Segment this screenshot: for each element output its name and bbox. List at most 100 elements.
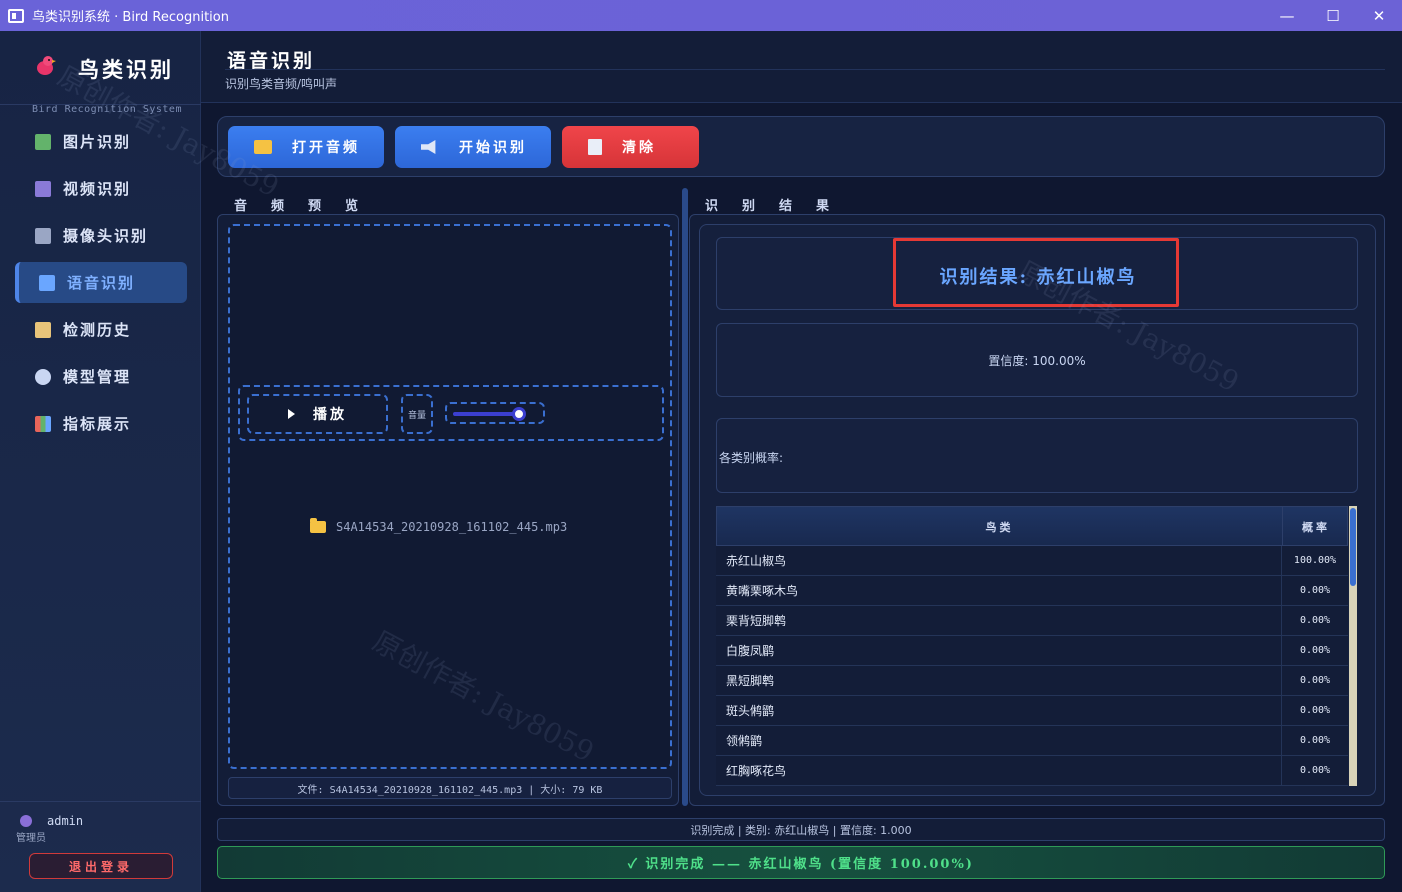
preview-section-label: 音频预览 <box>234 199 383 214</box>
table-scrollbar-thumb[interactable] <box>1350 508 1356 586</box>
success-banner: ✓ 识别完成 —— 赤红山椒鸟 (置信度 100.00%) <box>217 846 1385 879</box>
cell-probability: 100.00% <box>1293 555 1337 566</box>
sidebar-item-label: 模型管理 <box>63 368 132 386</box>
result-inner-frame: 识别结果: 赤红山椒鸟 置信度: 100.00% 各类别概率: 鸟类 概率 赤红… <box>699 224 1376 796</box>
folder-icon <box>254 140 272 154</box>
cell-bird-name: 栗背短脚鹎 <box>716 606 1282 635</box>
play-label: 播放 <box>313 407 347 423</box>
camera-icon <box>35 227 51 244</box>
trash-icon <box>588 139 602 155</box>
user-name: admin <box>47 814 84 828</box>
logout-button[interactable]: 退出登录 <box>29 853 173 879</box>
sidebar-item-label: 指标展示 <box>63 415 132 433</box>
sidebar-item-camera-recognition[interactable]: 摄像头识别 <box>15 215 187 256</box>
table-row[interactable]: 白腹凤鹛 0.00% <box>716 636 1348 666</box>
cell-bird-name: 赤红山椒鸟 <box>716 546 1282 575</box>
open-audio-button[interactable]: 打开音频 <box>228 126 384 168</box>
sidebar-item-label: 语音识别 <box>67 274 136 292</box>
logo: 鸟类识别 Bird Recognition System <box>30 51 181 115</box>
sidebar: 鸟类识别 Bird Recognition System 图片识别 视频识别 摄… <box>0 31 201 892</box>
gear-icon <box>35 368 51 385</box>
sidebar-item-label: 摄像头识别 <box>63 227 149 245</box>
table-body: 赤红山椒鸟 100.00% 黄嘴栗啄木鸟 0.00% 栗背短脚鹎 0.00% 白腹凤鹛… <box>716 546 1348 786</box>
volume-handle[interactable] <box>511 407 526 421</box>
sidebar-nav: 图片识别 视频识别 摄像头识别 语音识别 检测历史 模型管理 指标展示 <box>15 121 187 450</box>
table-row[interactable]: 赤红山椒鸟 100.00% <box>716 546 1348 576</box>
loaded-file-name: S4A14534_20210928_161102_445.mp3 <box>336 520 568 534</box>
bird-logo-icon <box>37 56 56 75</box>
confidence-text: 置信度: 100.00% <box>988 353 1086 368</box>
folder-icon <box>310 518 326 533</box>
minimize-button[interactable]: — <box>1264 0 1310 31</box>
cell-bird-name: 白腹凤鹛 <box>716 636 1282 665</box>
speaker-icon <box>421 140 436 154</box>
panel-splitter[interactable] <box>682 188 688 806</box>
cell-bird-name: 黄嘴栗啄木鸟 <box>716 576 1282 605</box>
cell-probability: 0.00% <box>1299 705 1331 716</box>
clear-label: 清除 <box>622 140 656 156</box>
result-panel: 识别结果 识别结果: 赤红山椒鸟 置信度: 100.00% 各类别概率: 鸟类 … <box>689 186 1385 806</box>
sidebar-item-detection-history[interactable]: 检测历史 <box>15 309 187 350</box>
cell-bird-name: 领鸺鹠 <box>716 726 1282 755</box>
window-title: 鸟类识别系统 · Bird Recognition <box>32 10 229 25</box>
probability-table: 鸟类 概率 赤红山椒鸟 100.00% 黄嘴栗啄木鸟 0.00% 栗背短脚鹎 0.00… <box>716 506 1358 786</box>
title-underline <box>225 69 1385 70</box>
sidebar-item-label: 视频识别 <box>63 180 132 198</box>
volume-track <box>453 412 519 416</box>
clipboard-icon <box>35 321 51 338</box>
sidebar-item-model-management[interactable]: 模型管理 <box>15 356 187 397</box>
sidebar-item-metrics[interactable]: 指标展示 <box>15 403 187 444</box>
play-button[interactable]: 播放 <box>247 394 388 434</box>
table-row[interactable]: 黄嘴栗啄木鸟 0.00% <box>716 576 1348 606</box>
file-info-bar: 文件: S4A14534_20210928_161102_445.mp3 | 大… <box>228 777 672 799</box>
start-recognition-button[interactable]: 开始识别 <box>395 126 551 168</box>
cell-probability: 0.00% <box>1299 645 1331 656</box>
column-header-probability[interactable]: 概率 <box>1283 507 1349 547</box>
cell-bird-name: 黑短脚鹎 <box>716 666 1282 695</box>
start-recognition-label: 开始识别 <box>459 140 527 156</box>
result-box: 识别结果: 赤红山椒鸟 <box>716 237 1358 310</box>
sidebar-item-audio-recognition[interactable]: 语音识别 <box>15 262 187 303</box>
cell-probability: 0.00% <box>1299 765 1331 776</box>
volume-label: 音量 <box>401 394 433 434</box>
table-scrollbar[interactable] <box>1349 506 1357 786</box>
audio-player: 播放 音量 <box>238 385 664 441</box>
audio-preview-area[interactable]: 播放 音量 S4A14534_20210928_161102_445.mp3 <box>228 224 672 769</box>
cell-bird-name: 斑头鸺鹠 <box>716 696 1282 725</box>
confidence-box: 置信度: 100.00% <box>716 323 1358 397</box>
result-highlight-box <box>893 238 1179 307</box>
user-divider <box>0 801 201 802</box>
result-section-label: 识别结果 <box>705 199 854 214</box>
column-header-bird[interactable]: 鸟类 <box>717 507 1283 547</box>
maximize-button[interactable]: ☐ <box>1310 0 1356 31</box>
table-row[interactable]: 领鸺鹠 0.00% <box>716 726 1348 756</box>
cell-probability: 0.00% <box>1299 735 1331 746</box>
page-subtitle: 识别鸟类音频/鸣叫声 <box>225 77 338 91</box>
table-row[interactable]: 黑短脚鹎 0.00% <box>716 666 1348 696</box>
clear-button[interactable]: 清除 <box>562 126 699 168</box>
app-window-icon <box>8 8 24 23</box>
sidebar-item-video-recognition[interactable]: 视频识别 <box>15 168 187 209</box>
logo-subtitle: Bird Recognition System <box>32 104 182 115</box>
bar-chart-icon <box>35 415 51 432</box>
open-audio-label: 打开音频 <box>292 140 360 156</box>
preview-frame: 播放 音量 S4A14534_20210928_161102_445.mp3 文… <box>217 214 679 806</box>
volume-slider[interactable] <box>445 402 545 424</box>
logo-title: 鸟类识别 <box>78 57 174 82</box>
sidebar-item-label: 检测历史 <box>63 321 132 339</box>
image-icon <box>35 133 51 150</box>
close-button[interactable]: ✕ <box>1356 0 1402 31</box>
cell-probability: 0.00% <box>1299 675 1331 686</box>
status-bar: 识别完成 | 类别: 赤红山椒鸟 | 置信度: 1.000 <box>217 818 1385 841</box>
speaker-icon <box>39 274 55 291</box>
cell-bird-name: 红胸啄花鸟 <box>716 756 1282 785</box>
loaded-file: S4A14534_20210928_161102_445.mp3 <box>310 518 568 534</box>
table-row[interactable]: 红胸啄花鸟 0.00% <box>716 756 1348 786</box>
table-row[interactable]: 栗背短脚鹎 0.00% <box>716 606 1348 636</box>
logo-divider <box>0 104 201 105</box>
table-row[interactable]: 斑头鸺鹠 0.00% <box>716 696 1348 726</box>
sidebar-item-label: 图片识别 <box>63 133 132 151</box>
sidebar-item-image-recognition[interactable]: 图片识别 <box>15 121 187 162</box>
clapperboard-icon <box>35 180 51 197</box>
window-controls: — ☐ ✕ <box>1264 0 1402 31</box>
